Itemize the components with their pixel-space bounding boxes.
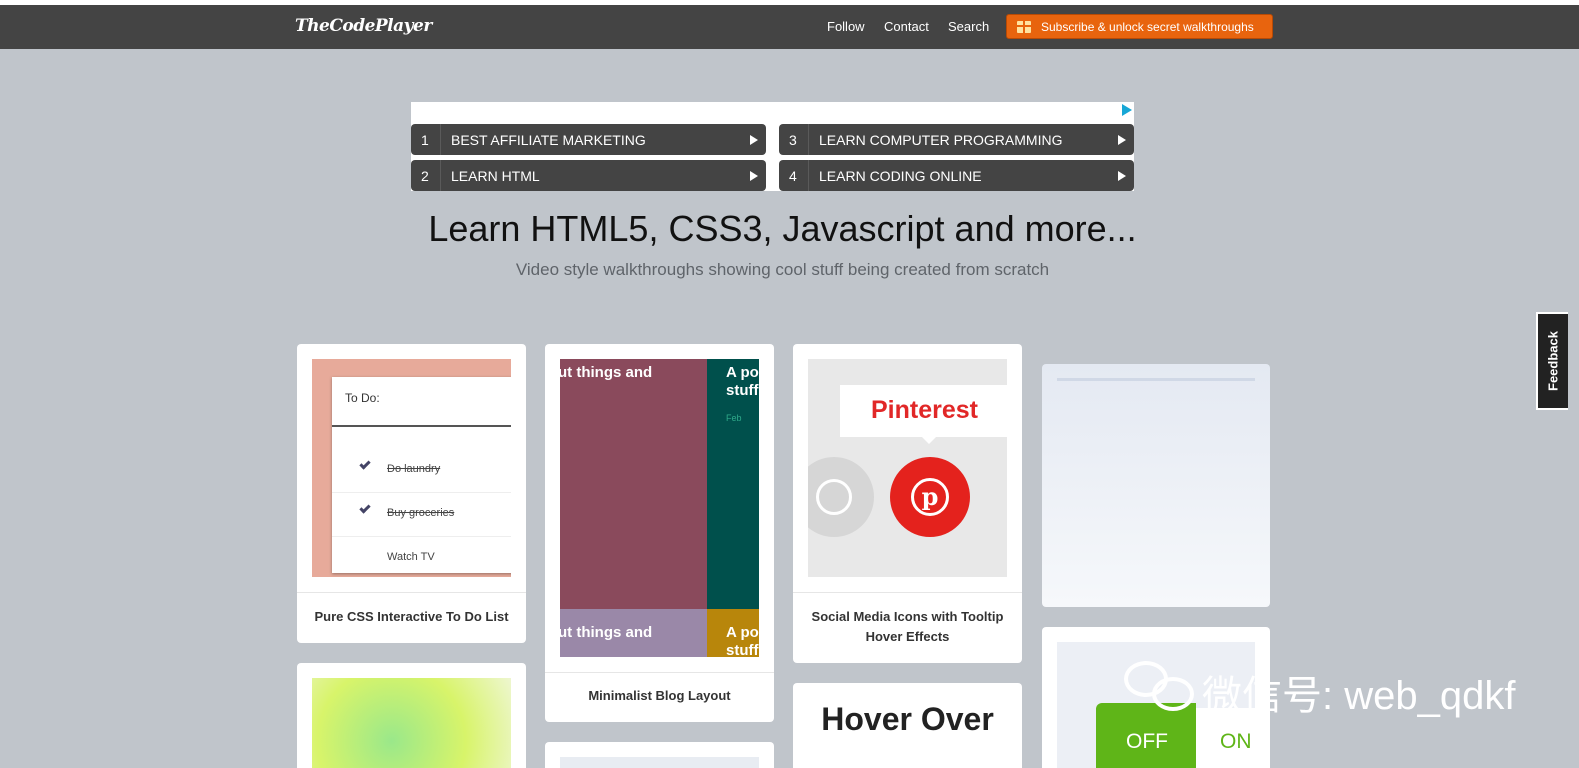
gift-icon	[1017, 20, 1031, 33]
tooltip-tail	[920, 435, 938, 444]
adchoices-icon[interactable]	[1122, 104, 1132, 116]
card-thumbnail	[560, 757, 759, 768]
divider	[332, 425, 511, 427]
ad-number: 1	[411, 124, 441, 155]
site-logo[interactable]: TheCodePlayer	[295, 16, 432, 36]
ad-number: 4	[779, 160, 809, 191]
todo-heading: To Do:	[345, 391, 380, 405]
play-arrow-icon	[750, 170, 758, 181]
pinterest-icon: p	[890, 457, 970, 537]
card-bokeh[interactable]	[297, 663, 526, 768]
nav-search[interactable]: Search	[948, 19, 989, 34]
play-arrow-icon	[750, 134, 758, 145]
card-title: Pure CSS Interactive To Do List	[314, 609, 509, 624]
blog-text: stuff	[726, 382, 759, 399]
thumb-bar	[1057, 378, 1255, 381]
hover-over-text: Hover Over	[821, 701, 994, 737]
nav-follow[interactable]: Follow	[827, 19, 865, 34]
nav-contact[interactable]: Contact	[884, 19, 929, 34]
wechat-icon-bubble	[1152, 677, 1194, 711]
list-item: Buy groceries	[332, 493, 511, 537]
watermark-text: 微信号: web_qdkf	[1202, 674, 1516, 718]
blog-tile	[560, 359, 707, 609]
subscribe-button[interactable]: Subscribe & unlock secret walkthroughs	[1006, 14, 1273, 39]
ad-link-1[interactable]: 1 BEST AFFILIATE MARKETING	[411, 124, 766, 155]
divider	[297, 592, 526, 593]
card-blog-layout[interactable]: ut things and A po stuff Feb ut things a…	[545, 344, 774, 722]
divider	[545, 672, 774, 673]
ad-link-2[interactable]: 2 LEARN HTML	[411, 160, 766, 191]
card-social-icons[interactable]: Pinterest p Social Media Icons with Tool…	[793, 344, 1022, 663]
feedback-tab[interactable]: Feedback	[1536, 312, 1568, 410]
card-next[interactable]	[545, 742, 774, 768]
ad-label: LEARN HTML	[451, 167, 540, 184]
dribbble-icon	[808, 457, 874, 537]
checkmark-icon	[359, 458, 371, 470]
todo-text: Buy groceries	[387, 507, 455, 519]
card-hover-over[interactable]: Hover Over	[793, 683, 1022, 768]
card-placeholder[interactable]	[1042, 364, 1270, 607]
blog-text: stuff	[726, 642, 759, 657]
ad-number: 2	[411, 160, 441, 191]
play-arrow-icon	[1118, 170, 1126, 181]
feedback-label: Feedback	[1545, 331, 1561, 391]
card-title-line2: Hover Effects	[865, 629, 950, 644]
todo-text: Do laundry	[387, 463, 441, 475]
page-subtitle: Video style walkthroughs showing cool st…	[515, 260, 1050, 279]
ad-link-4[interactable]: 4 LEARN CODING ONLINE	[779, 160, 1134, 191]
navbar: TheCodePlayer Follow Contact Search Subs…	[0, 5, 1579, 49]
card-todo-list[interactable]: To Do: Do laundry Buy groceries Watch TV…	[297, 344, 526, 643]
blog-date: Feb	[726, 413, 742, 423]
play-arrow-icon	[1118, 134, 1126, 145]
tooltip: Pinterest	[840, 385, 1007, 437]
card-title-line1: Social Media Icons with Tooltip	[811, 609, 1004, 624]
blog-text: ut things and	[560, 364, 653, 381]
divider	[793, 592, 1022, 593]
ad-label: LEARN COMPUTER PROGRAMMING	[819, 131, 1063, 148]
subscribe-label: Subscribe & unlock secret walkthroughs	[1041, 19, 1254, 34]
ad-label: BEST AFFILIATE MARKETING	[451, 131, 646, 148]
list-item: Do laundry	[332, 449, 511, 493]
ad-number: 3	[779, 124, 809, 155]
card-thumbnail	[312, 678, 511, 768]
card-title: Minimalist Blog Layout	[588, 688, 731, 703]
checkmark-icon	[359, 502, 371, 514]
blog-text: ut things and	[560, 624, 653, 641]
page-title: Learn HTML5, CSS3, Javascript and more..…	[428, 208, 1137, 249]
todo-text: Watch TV	[387, 551, 435, 563]
blog-text: A po	[726, 624, 759, 641]
ad-banner: 1 BEST AFFILIATE MARKETING 2 LEARN HTML …	[411, 102, 1134, 191]
card-thumbnail: Pinterest p	[808, 359, 1007, 577]
list-item: Watch TV	[332, 537, 511, 577]
ad-label: LEARN CODING ONLINE	[819, 167, 982, 184]
todo-paper: To Do: Do laundry Buy groceries Watch TV	[332, 377, 511, 573]
card-thumbnail: To Do: Do laundry Buy groceries Watch TV	[312, 359, 511, 577]
ad-link-3[interactable]: 3 LEARN COMPUTER PROGRAMMING	[779, 124, 1134, 155]
card-thumbnail: ut things and A po stuff Feb ut things a…	[560, 359, 759, 657]
wechat-watermark: 微信号: web_qdkf	[1122, 655, 1572, 720]
blog-text: A po	[726, 364, 759, 381]
